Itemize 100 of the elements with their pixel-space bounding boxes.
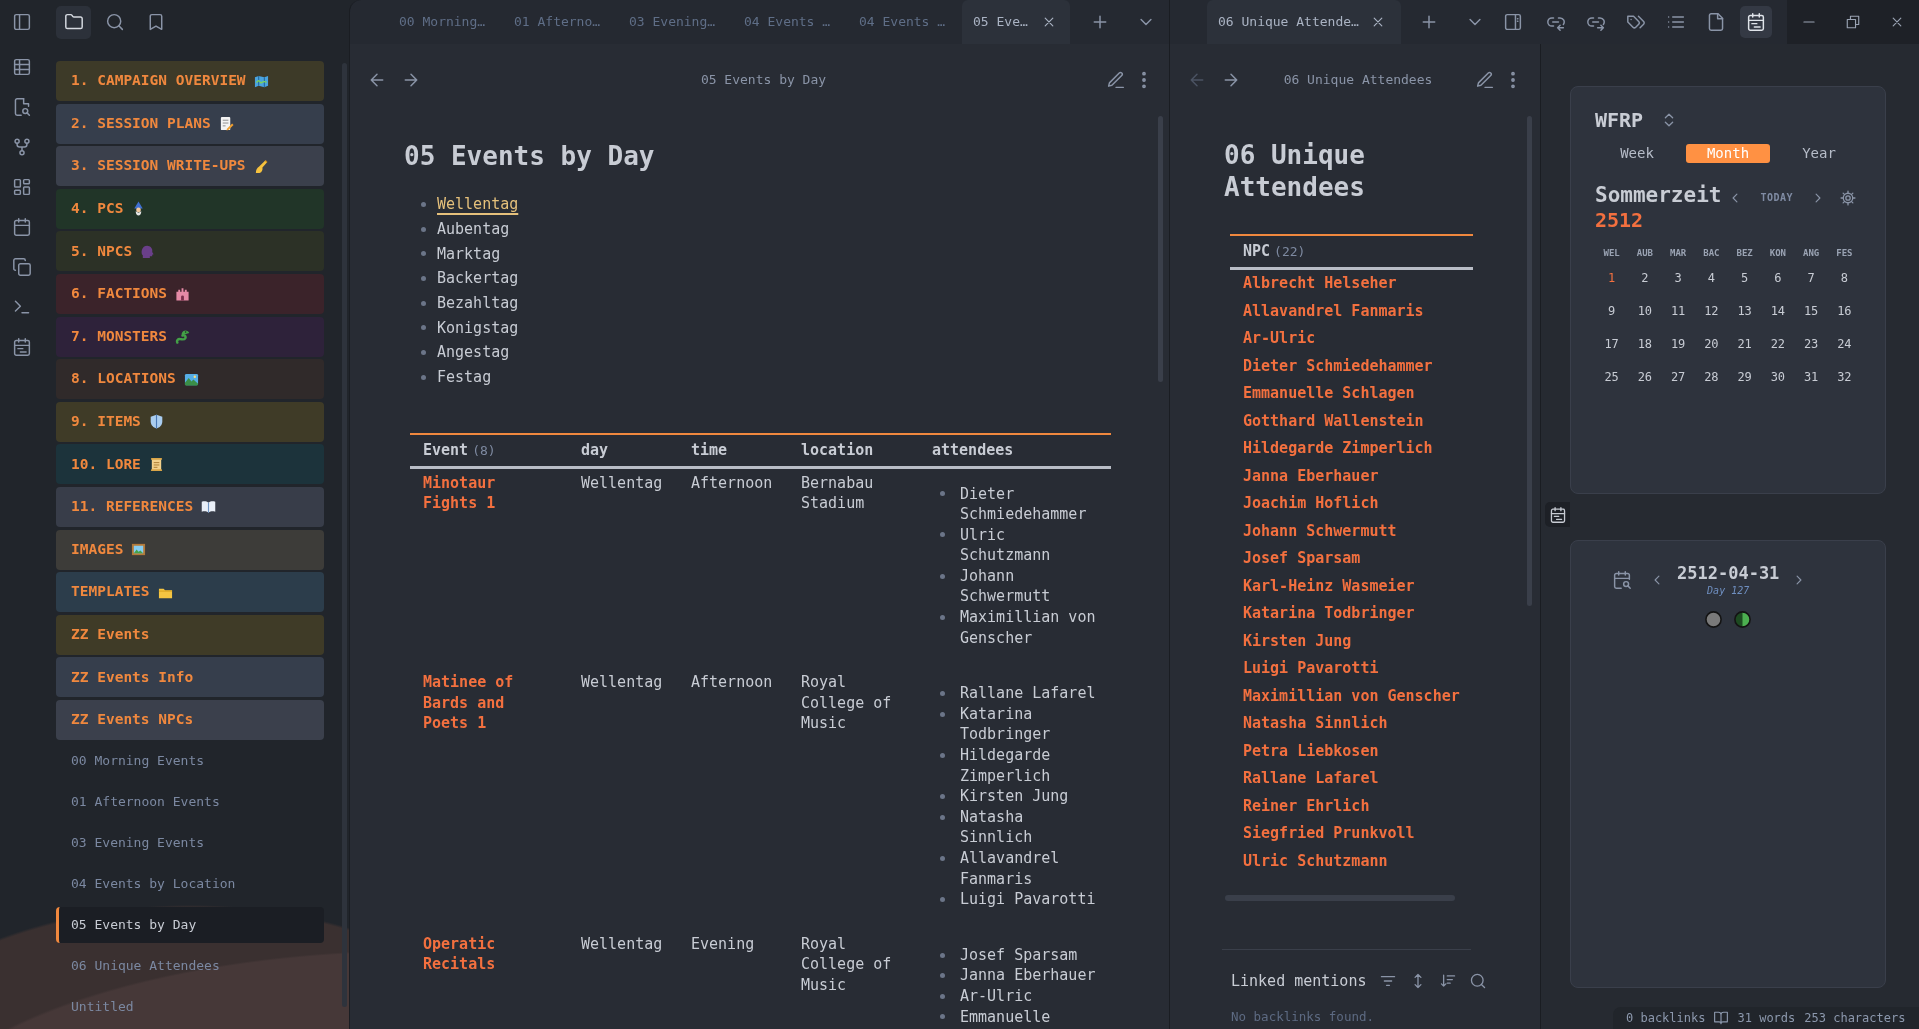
calendar-day[interactable]: 32 bbox=[1827, 360, 1861, 394]
tab[interactable]: 04 Events … bbox=[732, 0, 847, 44]
npc-link[interactable]: Siegfried Prunkvoll bbox=[1243, 824, 1415, 842]
tab[interactable]: 04 Events … bbox=[847, 0, 962, 44]
back-arrow-icon[interactable] bbox=[368, 71, 386, 89]
calendar-day[interactable]: 22 bbox=[1761, 327, 1795, 361]
sort-icon[interactable] bbox=[1440, 973, 1457, 989]
folder-item[interactable]: 11. REFERENCES bbox=[56, 486, 324, 527]
restore-icon[interactable] bbox=[1846, 15, 1860, 29]
npc-link[interactable]: Rallane Lafarel bbox=[1243, 769, 1379, 787]
calendar-day[interactable]: 21 bbox=[1728, 327, 1762, 361]
event-link[interactable]: Matinee of Bards and Poets 1 bbox=[423, 672, 555, 735]
file-item[interactable]: 05 Events by Day bbox=[56, 906, 324, 943]
day-link[interactable]: Wellentag bbox=[437, 194, 519, 215]
tab[interactable]: 00 Morning… bbox=[387, 0, 502, 44]
tab[interactable]: 03 Evening… bbox=[617, 0, 732, 44]
calendar-day[interactable]: 10 bbox=[1628, 294, 1662, 328]
npc-link[interactable]: Dieter Schmiedehammer bbox=[1243, 356, 1433, 375]
calendar-day[interactable]: 5 bbox=[1728, 262, 1762, 295]
folder-item[interactable]: ZZ Events Info bbox=[56, 657, 324, 698]
calendar-day[interactable]: 14 bbox=[1761, 294, 1795, 328]
calendar-search-icon[interactable] bbox=[1613, 571, 1631, 589]
sidebar-tab[interactable] bbox=[1739, 6, 1772, 38]
folder-item[interactable]: TEMPLATES bbox=[56, 572, 324, 613]
view-tab[interactable]: Year bbox=[1777, 144, 1861, 163]
npc-link[interactable]: Janna Eberhauer bbox=[1243, 466, 1379, 485]
folder-item[interactable]: ZZ Events NPCs bbox=[56, 699, 324, 740]
tab[interactable]: 01 Afterno… bbox=[502, 0, 617, 44]
sidebar-toggle-icon[interactable] bbox=[1503, 13, 1522, 31]
calendar-day[interactable]: 29 bbox=[1728, 360, 1762, 394]
npc-link[interactable]: Luigi Pavarotti bbox=[1243, 659, 1379, 677]
calendar-day[interactable]: 17 bbox=[1595, 327, 1629, 361]
npc-link[interactable]: Ar-Ulric bbox=[1243, 329, 1316, 347]
calendar-day[interactable]: 11 bbox=[1661, 294, 1695, 328]
column-header[interactable]: location bbox=[801, 441, 874, 459]
event-link[interactable]: Minotaur Fights 1 bbox=[423, 472, 555, 514]
tab[interactable]: 05 Eve… bbox=[962, 0, 1070, 44]
npc-link[interactable]: Maximillian von Genscher bbox=[1243, 686, 1460, 705]
file-item[interactable]: Untitled bbox=[56, 988, 324, 1025]
sidebar-tab[interactable] bbox=[56, 5, 91, 39]
calendar-day[interactable]: 30 bbox=[1761, 360, 1795, 394]
book-icon[interactable] bbox=[1714, 1011, 1729, 1025]
folder-item[interactable]: 3. SESSION WRITE-UPS bbox=[56, 146, 324, 187]
filter-icon[interactable] bbox=[1380, 973, 1397, 989]
calendar-day[interactable]: 16 bbox=[1827, 294, 1861, 328]
calendar-day[interactable]: 28 bbox=[1694, 360, 1728, 394]
forward-arrow-icon[interactable] bbox=[402, 71, 420, 89]
npc-link[interactable]: Gotthard Wallenstein bbox=[1243, 411, 1424, 430]
npc-link[interactable]: Emmanuelle Schlagen bbox=[1243, 384, 1415, 402]
calendar-day[interactable]: 8 bbox=[1827, 262, 1861, 295]
scrollbar-thumb[interactable] bbox=[342, 63, 347, 1007]
file-item[interactable]: 01 Afternoon Events bbox=[56, 783, 324, 820]
calendar-icon[interactable] bbox=[13, 218, 31, 236]
terminal-icon[interactable] bbox=[13, 298, 31, 316]
calendar-day[interactable]: 20 bbox=[1694, 327, 1728, 361]
calendar-icon[interactable] bbox=[13, 338, 31, 356]
npc-link[interactable]: Ulric Schutzmann bbox=[1243, 851, 1388, 870]
calendar-day[interactable]: 13 bbox=[1728, 294, 1762, 328]
column-header[interactable]: time bbox=[691, 441, 728, 459]
more-options-icon[interactable] bbox=[1510, 71, 1516, 89]
calendar-day[interactable]: 6 bbox=[1761, 262, 1795, 295]
folder-item[interactable]: 5. NPCS bbox=[56, 231, 324, 272]
npc-link[interactable]: Albrecht Helseher bbox=[1243, 274, 1397, 292]
npc-link[interactable]: Karl-Heinz Wasmeier bbox=[1243, 576, 1415, 595]
copy-icon[interactable] bbox=[13, 258, 31, 276]
view-tab[interactable]: Week bbox=[1595, 144, 1679, 163]
pencil-icon[interactable] bbox=[1107, 71, 1125, 89]
folder-item[interactable]: IMAGES bbox=[56, 529, 324, 570]
calendar-day[interactable]: 9 bbox=[1595, 294, 1629, 328]
folder-item[interactable]: ZZ Events bbox=[56, 614, 324, 655]
npc-link[interactable]: Hildegarde Zimperlich bbox=[1243, 439, 1433, 457]
folder-item[interactable]: 2. SESSION PLANS bbox=[56, 103, 324, 144]
column-header[interactable]: NPC bbox=[1243, 242, 1271, 260]
tab[interactable]: 06 Unique Attende… bbox=[1207, 0, 1401, 44]
more-options-icon[interactable] bbox=[1141, 71, 1147, 89]
folder-item[interactable]: 6. FACTIONS bbox=[56, 273, 324, 314]
calendar-day[interactable]: 1 bbox=[1595, 262, 1629, 295]
today-button[interactable]: TODAY bbox=[1760, 191, 1794, 205]
calendar-day[interactable]: 7 bbox=[1794, 262, 1828, 295]
forward-arrow-icon[interactable] bbox=[1222, 71, 1240, 89]
npc-link[interactable]: Josef Sparsam bbox=[1243, 549, 1361, 567]
calendar-day[interactable]: 24 bbox=[1827, 327, 1861, 361]
branch-icon[interactable] bbox=[13, 138, 31, 156]
folder-item[interactable]: 8. LOCATIONS bbox=[56, 359, 324, 400]
calendar-day[interactable]: 26 bbox=[1628, 360, 1662, 394]
table-icon[interactable] bbox=[13, 58, 31, 76]
calendar-day[interactable]: 2 bbox=[1628, 262, 1662, 295]
sidebar-toggle-icon[interactable] bbox=[13, 13, 31, 31]
calendar-tab-button[interactable] bbox=[1545, 502, 1570, 527]
calendar-day[interactable]: 3 bbox=[1661, 262, 1695, 295]
folder-item[interactable]: 4. PCS bbox=[56, 188, 324, 229]
folder-item[interactable]: 9. ITEMS bbox=[56, 401, 324, 442]
npc-link[interactable]: Allavandrel Fanmaris bbox=[1243, 301, 1424, 320]
calendar-day[interactable]: 4 bbox=[1694, 262, 1728, 295]
event-link[interactable]: Operatic Recitals bbox=[423, 933, 555, 975]
folder-item[interactable]: 7. MONSTERS bbox=[56, 316, 324, 357]
column-header[interactable]: attendees bbox=[932, 441, 1014, 459]
settings-icon[interactable] bbox=[1840, 190, 1857, 206]
column-header[interactable]: day bbox=[581, 441, 609, 459]
file-item[interactable]: 00 Morning Events bbox=[56, 742, 324, 779]
